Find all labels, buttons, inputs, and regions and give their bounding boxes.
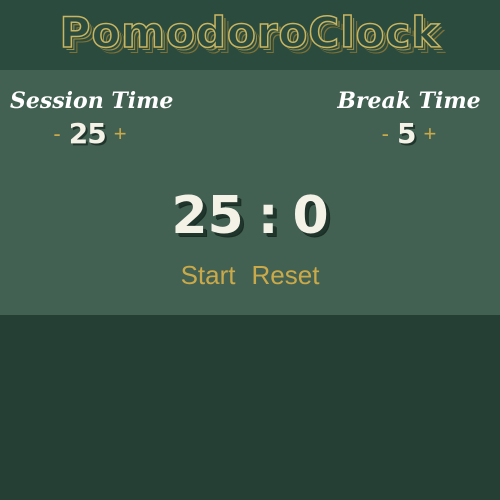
start-button[interactable]: Start bbox=[181, 260, 236, 291]
timer-seconds: 0 bbox=[292, 186, 329, 246]
session-increment-button[interactable]: + bbox=[112, 123, 129, 145]
break-time-label: Break Time bbox=[337, 88, 481, 114]
break-setting: Break Time - 5 + bbox=[334, 88, 484, 148]
session-length-value: 25 bbox=[68, 117, 107, 150]
timer-display: 25:0 bbox=[0, 190, 500, 242]
clock-panel: Session Time - 25 + Break Time - 5 + 25:… bbox=[0, 70, 500, 315]
pomodoro-app: PomodoroClock Session Time - 25 + Break … bbox=[0, 0, 500, 500]
break-decrement-button[interactable]: - bbox=[380, 123, 391, 145]
session-stepper: - 25 + bbox=[10, 120, 170, 148]
session-time-label: Session Time bbox=[10, 88, 174, 114]
break-stepper: - 5 + bbox=[334, 120, 484, 148]
reset-button[interactable]: Reset bbox=[252, 260, 320, 291]
session-decrement-button[interactable]: - bbox=[51, 123, 62, 145]
break-increment-button[interactable]: + bbox=[421, 123, 438, 145]
timer-controls: Start Reset bbox=[0, 260, 500, 291]
break-length-value: 5 bbox=[396, 117, 417, 150]
timer-separator: : bbox=[257, 186, 279, 246]
app-title: PomodoroClock bbox=[59, 7, 441, 58]
session-setting: Session Time - 25 + bbox=[10, 88, 174, 148]
timer-minutes: 25 bbox=[171, 186, 244, 246]
app-header: PomodoroClock bbox=[0, 0, 500, 70]
